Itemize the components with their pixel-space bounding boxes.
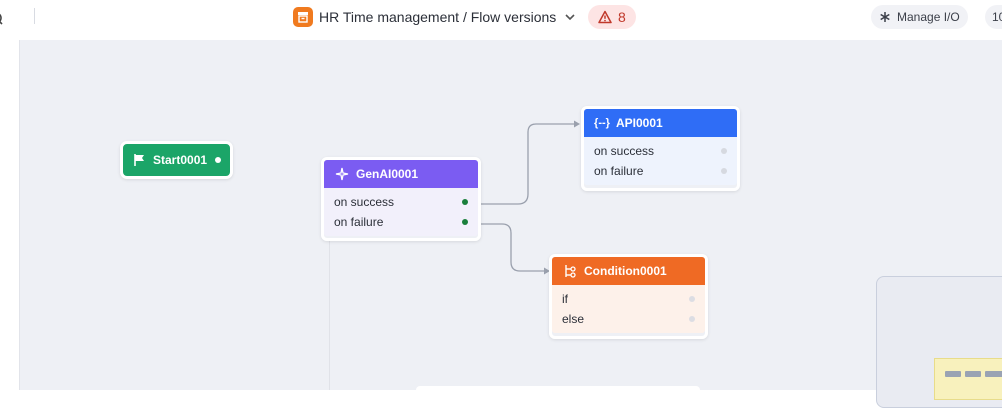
minimap-note xyxy=(934,358,1002,400)
toolbar-divider xyxy=(34,8,35,24)
flow-canvas[interactable] xyxy=(20,40,1002,390)
port-label: on success xyxy=(594,144,655,158)
port-dot[interactable] xyxy=(721,148,727,154)
chevron-down-icon[interactable] xyxy=(564,11,576,23)
api-node-body: on success on failure xyxy=(584,137,737,185)
api-node[interactable]: {--} API0001 on success on failure xyxy=(581,106,740,191)
warnings-count: 8 xyxy=(618,9,626,25)
genai-port-failure[interactable]: on failure xyxy=(334,212,468,232)
genai-port-success[interactable]: on success xyxy=(334,192,468,212)
manage-io-button[interactable]: Manage I/O xyxy=(871,5,968,29)
flow-title-text: HR Time management / Flow versions xyxy=(319,9,557,25)
api-node-header: {--} API0001 xyxy=(584,109,737,137)
partial-node[interactable] xyxy=(416,386,700,392)
minimap-bar xyxy=(945,371,961,377)
port-label: on success xyxy=(334,195,395,209)
braces-icon: {--} xyxy=(594,117,610,129)
condition-node[interactable]: Condition0001 if else xyxy=(549,254,708,339)
genai-node-body: on success on failure xyxy=(324,188,478,236)
port-dot[interactable] xyxy=(462,219,468,225)
zoom-chip-text: 10 xyxy=(992,10,1002,24)
flow-title[interactable]: HR Time management / Flow versions xyxy=(293,6,576,28)
start-node[interactable]: Start0001 xyxy=(120,141,233,179)
port-dot[interactable] xyxy=(462,199,468,205)
search-icon[interactable] xyxy=(0,10,6,28)
condition-port-if[interactable]: if xyxy=(562,289,695,309)
condition-node-header: Condition0001 xyxy=(552,257,705,285)
warnings-badge[interactable]: 8 xyxy=(588,5,636,29)
start-node-label: Start0001 xyxy=(153,153,208,167)
condition-node-label: Condition0001 xyxy=(584,264,667,278)
warning-triangle-icon xyxy=(598,10,612,24)
port-dot[interactable] xyxy=(721,168,727,174)
genai-node-label: GenAI0001 xyxy=(356,167,419,181)
port-label: if xyxy=(562,292,568,306)
condition-node-body: if else xyxy=(552,285,705,333)
api-port-failure[interactable]: on failure xyxy=(594,161,727,181)
condition-port-else[interactable]: else xyxy=(562,309,695,329)
api-port-success[interactable]: on success xyxy=(594,141,727,161)
port-label: else xyxy=(562,312,585,326)
minimap-bar xyxy=(985,371,1002,377)
genai-node[interactable]: GenAI0001 on success on failure xyxy=(321,157,481,241)
asterisk-icon xyxy=(880,12,890,22)
port-dot[interactable] xyxy=(689,296,695,302)
sparkle-icon xyxy=(334,166,350,182)
branch-icon xyxy=(562,263,578,279)
app-box-icon xyxy=(293,7,313,27)
api-node-label: API0001 xyxy=(616,116,663,130)
zoom-chip[interactable]: 10 xyxy=(985,5,1002,29)
flag-icon xyxy=(134,154,144,166)
minimap-bar xyxy=(965,371,981,377)
top-bar: HR Time management / Flow versions 8 Man… xyxy=(0,0,1002,40)
genai-node-header: GenAI0001 xyxy=(324,160,478,188)
port-label: on failure xyxy=(594,164,644,178)
port-label: on failure xyxy=(334,215,384,229)
port-dot[interactable] xyxy=(689,316,695,322)
start-output-port[interactable] xyxy=(215,157,222,163)
guide-line xyxy=(329,240,330,390)
manage-io-label: Manage I/O xyxy=(897,10,960,24)
